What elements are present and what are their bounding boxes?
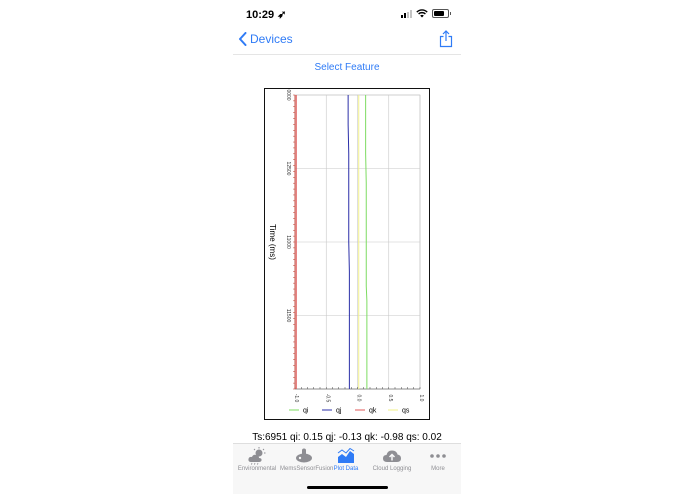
cloud-sun-icon [248, 447, 266, 465]
tab-label-environmental: Environmental [237, 466, 277, 472]
legend-label-qi: qi [303, 408, 309, 415]
y-tick-label: 11500 [285, 309, 291, 323]
back-button-label: Devices [250, 32, 293, 46]
status-icons [401, 9, 451, 18]
y-axis-title: Time (ms) [268, 224, 277, 260]
cellular-signal-icon [401, 9, 412, 18]
tab-label-mems: Mems [280, 466, 297, 472]
select-feature-button[interactable]: Select Feature [233, 62, 461, 73]
tab-environmental[interactable]: Environmental [235, 447, 279, 477]
tab-more[interactable]: More [423, 447, 453, 477]
battery-tip [450, 12, 451, 15]
tab-label-cloud-logging: Cloud Logging [372, 466, 412, 472]
tab-cloud-logging[interactable]: Cloud Logging [367, 447, 417, 477]
chevron-left-icon [239, 32, 247, 46]
more-icon [430, 454, 446, 458]
tab-label-more: More [431, 466, 445, 472]
x-tick-label: 1.0 [418, 395, 424, 402]
back-button[interactable]: Devices [238, 32, 293, 46]
status-bar: 10:29 ➶ [233, 0, 461, 28]
status-time: 10:29 ➶ [246, 9, 287, 21]
tab-label-plot-data: Plot Data [333, 466, 359, 472]
tab-plot-data[interactable]: Plot Data [328, 447, 364, 477]
y-tick-label: 11000 [285, 235, 291, 249]
x-tick-label: 0.5 [387, 395, 393, 402]
plot-chart: -1.0 -0.5 0.0 0.5 1.0 0000 12500 11000 11500 Time… [264, 88, 430, 420]
chart-area-icon [337, 448, 355, 463]
tab-mems-sensorfusion[interactable]: MemsSensorFusion [280, 447, 333, 477]
cloud-upload-icon [383, 450, 401, 462]
y-tick-label: 12500 [285, 162, 291, 176]
grid-layer [294, 94, 421, 390]
sensor-readout: Ts:6951 qi: 0.15 qj: -0.13 qk: -0.98 qs:… [252, 432, 442, 443]
wifi-icon [416, 9, 428, 18]
series-line-qi [365, 95, 368, 389]
legend-label-qs: qs [402, 408, 410, 415]
x-tick-label: -0.5 [324, 394, 330, 403]
label-layer: -1.0 -0.5 0.0 0.5 1.0 0000 12500 11000 11500 Time… [268, 89, 424, 402]
mems-icon [296, 448, 312, 463]
share-icon [439, 30, 453, 48]
y-tick-label: 0000 [285, 89, 291, 100]
legend-label-qj: qj [336, 408, 342, 415]
navigation-bar: Devices [233, 28, 461, 55]
legend-label-qk: qk [369, 408, 377, 415]
series-line-qj [347, 95, 350, 389]
x-tick-label: -1.0 [293, 394, 299, 403]
chart-svg: -1.0 -0.5 0.0 0.5 1.0 0000 12500 11000 11500 Time… [268, 89, 424, 415]
legend-layer: qi qj qk qs [289, 408, 410, 415]
phone-screen: 10:29 ➶ Devices Select Feature -1.0 -0.5… [233, 0, 461, 494]
home-indicator [307, 486, 388, 489]
share-button[interactable] [439, 30, 453, 53]
x-tick-label: 0.0 [356, 395, 362, 402]
battery-icon [432, 9, 449, 18]
